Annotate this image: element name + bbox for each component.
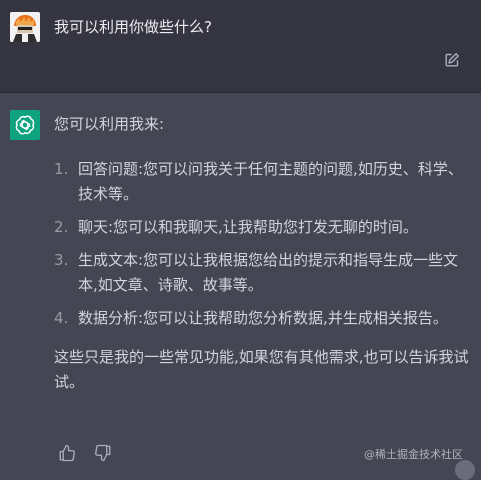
openai-logo-icon [15, 115, 35, 135]
list-item: 1. 回答问题:您可以问我关于任何主题的问题,如历史、科学、技术等。 [54, 157, 469, 207]
list-item-text: 聊天:您可以和我聊天,让我帮助您打发无聊的时间。 [78, 218, 418, 236]
list-item-text: 数据分析:您可以让我帮助您分析数据,并生成相关报告。 [78, 309, 448, 327]
list-item: 4. 数据分析:您可以让我帮助您分析数据,并生成相关报告。 [54, 306, 469, 331]
thumbs-up-icon[interactable] [58, 444, 76, 462]
list-number: 1. [54, 160, 69, 178]
edit-icon[interactable] [444, 52, 460, 68]
assistant-avatar [10, 110, 40, 140]
watermark: @稀土掘金技术社区 [364, 448, 463, 461]
user-avatar [10, 12, 40, 42]
thumbs-down-icon[interactable] [94, 444, 112, 462]
assistant-closing: 这些只是我的一些常见功能,如果您有其他需求,也可以告诉我试试。 [54, 348, 469, 391]
list-item: 2. 聊天:您可以和我聊天,让我帮助您打发无聊的时间。 [54, 215, 469, 240]
list-item-text: 生成文本:您可以让我根据您给出的提示和指导生成一些文本,如文章、诗歌、故事等。 [78, 251, 459, 294]
list-item-text: 回答问题:您可以问我关于任何主题的问题,如历史、科学、技术等。 [78, 160, 463, 203]
feature-list: 1. 回答问题:您可以问我关于任何主题的问题,如历史、科学、技术等。 2. 聊天… [54, 157, 469, 331]
assistant-message: 您可以利用我来: 1. 回答问题:您可以问我关于任何主题的问题,如历史、科学、技… [54, 112, 469, 395]
scroll-to-bottom-button[interactable] [455, 460, 475, 480]
list-number: 4. [54, 309, 69, 327]
user-message-text: 我可以利用你做些什么? [54, 18, 212, 36]
list-number: 2. [54, 218, 69, 236]
list-item: 3. 生成文本:您可以让我根据您给出的提示和指导生成一些文本,如文章、诗歌、故事… [54, 248, 469, 298]
feedback-actions [58, 444, 112, 462]
list-number: 3. [54, 251, 69, 269]
user-message: 我可以利用你做些什么? [0, 0, 481, 93]
assistant-intro: 您可以利用我来: [54, 115, 165, 133]
